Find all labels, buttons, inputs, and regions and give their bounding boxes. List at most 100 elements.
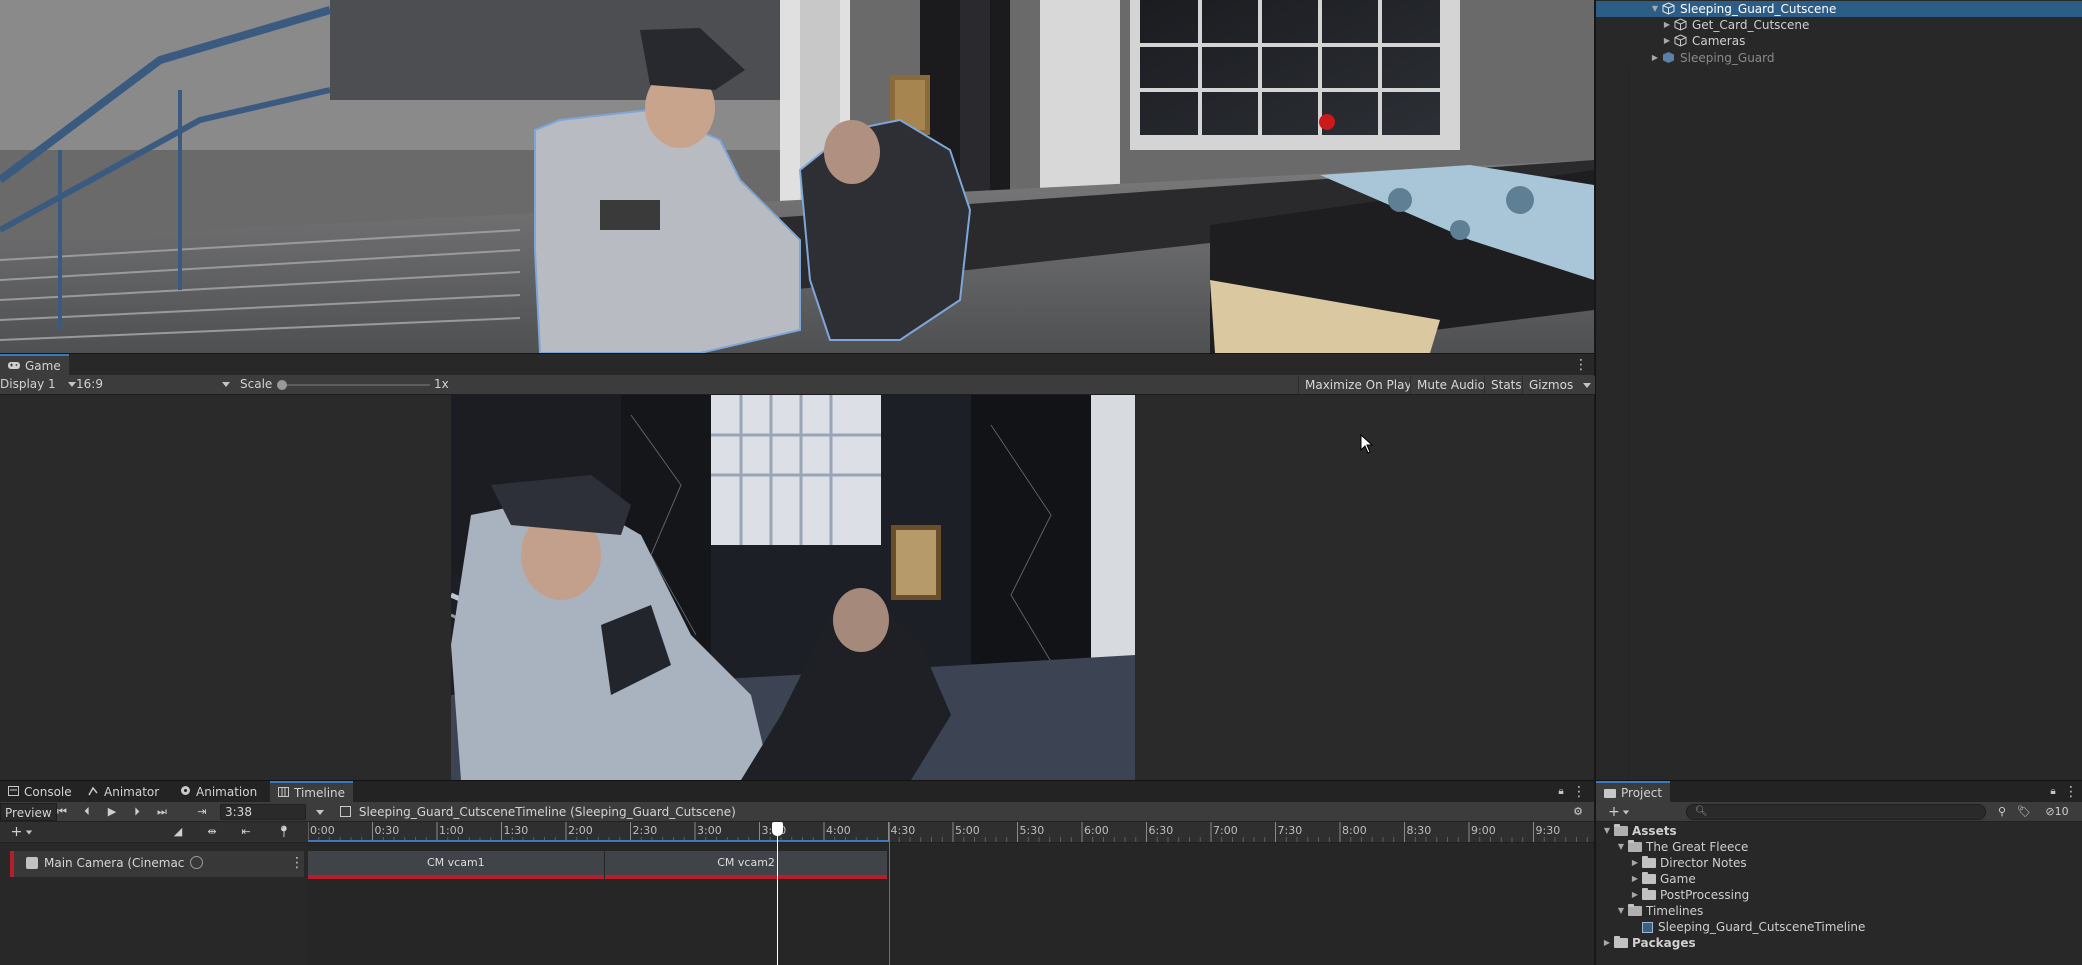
collapsed-arrow-icon[interactable]: ▶ bbox=[1650, 50, 1660, 66]
ripple-icon[interactable]: ⇹ bbox=[202, 824, 222, 840]
goto-start-icon[interactable]: ⏮ bbox=[52, 804, 72, 820]
scene-view[interactable] bbox=[0, 0, 1594, 353]
gear-icon[interactable]: ⚙ bbox=[1568, 804, 1588, 820]
eye-slash-icon: ⊘ bbox=[2045, 805, 2055, 818]
gamepad-icon bbox=[8, 356, 20, 376]
chevron-down-icon bbox=[1583, 383, 1592, 388]
gizmos-button[interactable]: Gizmos bbox=[1522, 376, 1598, 394]
game-toolbar: Display 1 16:9 Scale 1x Maximize On Play… bbox=[0, 375, 1598, 395]
breadcrumb[interactable]: Sleeping_Guard_CutsceneTimeline (Sleepin… bbox=[340, 802, 736, 822]
create-button[interactable]: + bbox=[1606, 804, 1632, 820]
expanded-arrow-icon[interactable]: ▼ bbox=[1602, 823, 1612, 839]
tab-timeline[interactable]: Timeline bbox=[270, 781, 354, 803]
project-label: Packages bbox=[1632, 936, 1696, 950]
game-area bbox=[0, 395, 1594, 780]
expanded-arrow-icon[interactable]: ▼ bbox=[1616, 839, 1626, 855]
display-dropdown[interactable]: Display 1 bbox=[0, 375, 76, 394]
hierarchy-item-cameras[interactable]: ▶ Cameras bbox=[1596, 33, 2082, 49]
ruler-tick-label: 7:30 bbox=[1277, 824, 1303, 837]
project-kebab-icon[interactable]: ⋮ bbox=[2064, 784, 2078, 800]
animation-icon bbox=[180, 781, 191, 803]
hierarchy-label: Cameras bbox=[1692, 34, 1746, 48]
hierarchy-item-sleeping-guard-cutscene[interactable]: ▼ Sleeping_Guard_Cutscene bbox=[1596, 1, 2082, 17]
chevron-down-icon bbox=[67, 382, 76, 387]
prev-frame-icon[interactable]: ⏴︎ bbox=[77, 804, 97, 820]
timeline-clip[interactable]: CM vcam2 bbox=[604, 851, 888, 879]
next-frame-icon[interactable]: ⏵︎ bbox=[127, 804, 147, 820]
scale-label: Scale bbox=[240, 377, 273, 391]
timeline-panel: Console Animator Animation Timeline 🔒︎ ⋮… bbox=[0, 780, 1594, 965]
project-label: Director Notes bbox=[1660, 856, 1747, 870]
search-icon: 🔍︎ bbox=[1695, 806, 1708, 817]
replace-icon[interactable]: ⇤ bbox=[236, 824, 256, 840]
game-camera-render bbox=[451, 395, 1135, 780]
tab-project[interactable]: Project bbox=[1596, 781, 1671, 803]
search-input[interactable]: 🔍︎ bbox=[1686, 804, 1986, 820]
project-label: PostProcessing bbox=[1660, 888, 1750, 902]
filter-by-type-icon[interactable]: ⚲ bbox=[1992, 804, 2012, 820]
expanded-arrow-icon[interactable]: ▼ bbox=[1616, 903, 1626, 919]
add-track-button[interactable]: + bbox=[8, 824, 36, 840]
track-header-main-camera[interactable]: Main Camera (Cinemac ⋮ bbox=[10, 851, 304, 877]
tab-animation-label: Animation bbox=[196, 785, 258, 799]
folder-open-icon bbox=[1614, 824, 1628, 836]
aspect-dropdown[interactable]: 16:9 bbox=[76, 375, 232, 394]
collapsed-arrow-icon[interactable]: ▶ bbox=[1630, 871, 1640, 887]
lock-icon[interactable]: 🔒︎ bbox=[2046, 784, 2060, 800]
hidden-packages-toggle[interactable]: ⊘10 bbox=[2040, 804, 2074, 820]
folder-icon bbox=[1604, 788, 1616, 798]
chevron-down-icon bbox=[26, 830, 33, 834]
cube-icon bbox=[340, 806, 351, 817]
ruler-ticks bbox=[308, 822, 1588, 842]
ruler-tick-label: 4:00 bbox=[826, 824, 851, 837]
play-range-icon[interactable]: ⇥ bbox=[192, 804, 212, 820]
filter-by-label-icon[interactable]: 🏷︎ bbox=[2014, 804, 2034, 820]
playhead-handle[interactable] bbox=[771, 822, 783, 836]
current-time-field[interactable]: 3:38 bbox=[220, 804, 306, 820]
collapsed-arrow-icon[interactable]: ▶ bbox=[1630, 855, 1640, 871]
tab-console[interactable]: Console bbox=[0, 781, 80, 803]
mute-audio-button[interactable]: Mute Audio bbox=[1410, 376, 1491, 394]
playhead[interactable] bbox=[771, 822, 783, 965]
tab-game-label: Game bbox=[25, 359, 61, 373]
tab-animator[interactable]: Animator bbox=[80, 781, 167, 803]
display-label: Display 1 bbox=[0, 377, 56, 391]
pin-icon[interactable]: 📍︎ bbox=[274, 824, 294, 840]
track-kebab-icon[interactable]: ⋮ bbox=[290, 855, 304, 871]
folder-open-icon bbox=[1628, 840, 1642, 852]
maximize-on-play-button[interactable]: Maximize On Play bbox=[1298, 376, 1418, 394]
collapsed-arrow-icon[interactable]: ▶ bbox=[1602, 935, 1612, 951]
collapsed-arrow-icon[interactable]: ▶ bbox=[1662, 33, 1672, 49]
goto-end-icon[interactable]: ⏭ bbox=[152, 804, 172, 820]
hierarchy-item-get-card-cutscene[interactable]: ▶ Get_Card_Cutscene bbox=[1596, 17, 2082, 33]
target-icon[interactable] bbox=[190, 856, 203, 869]
ruler-tick-label: 7:00 bbox=[1213, 824, 1238, 837]
collapsed-arrow-icon[interactable]: ▶ bbox=[1662, 17, 1672, 33]
project-label: Game bbox=[1660, 872, 1696, 886]
timeline-clip[interactable]: CM vcam1 bbox=[308, 851, 604, 879]
game-kebab-icon[interactable]: ⋮ bbox=[1574, 357, 1588, 373]
gizmos-label: Gizmos bbox=[1529, 378, 1574, 392]
time-ruler[interactable]: 0:000:301:001:302:002:303:003:304:004:30… bbox=[308, 822, 1594, 843]
hierarchy-item-sleeping-guard[interactable]: ▶ Sleeping_Guard bbox=[1596, 50, 2082, 66]
ruler-tick-label: 5:00 bbox=[955, 824, 980, 837]
track-area[interactable]: CM vcam1 CM vcam2 bbox=[308, 822, 1594, 965]
preview-button[interactable]: Preview bbox=[0, 803, 57, 821]
collapsed-arrow-icon[interactable]: ▶ bbox=[1630, 887, 1640, 903]
timeline-kebab-icon[interactable]: ⋮ bbox=[1572, 784, 1586, 800]
ruler-tick-label: 1:30 bbox=[503, 824, 529, 837]
expanded-arrow-icon[interactable]: ▼ bbox=[1650, 1, 1660, 17]
project-label: Timelines bbox=[1646, 904, 1704, 918]
lock-icon[interactable]: 🔒︎ bbox=[1554, 784, 1568, 800]
scale-slider[interactable] bbox=[277, 375, 430, 394]
slider-thumb[interactable] bbox=[277, 380, 287, 390]
play-icon[interactable]: ▶ bbox=[102, 804, 122, 820]
tab-animation[interactable]: Animation bbox=[172, 781, 265, 803]
snap-icon[interactable]: ◢ bbox=[168, 824, 188, 840]
ruler-tick-label: 5:30 bbox=[1019, 824, 1045, 837]
timeline-selector-dropdown[interactable] bbox=[310, 804, 330, 820]
tab-game[interactable]: Game bbox=[0, 354, 69, 376]
ruler-tick-label: 8:30 bbox=[1406, 824, 1432, 837]
scene-render bbox=[0, 0, 1594, 353]
folder-icon bbox=[1642, 888, 1656, 900]
